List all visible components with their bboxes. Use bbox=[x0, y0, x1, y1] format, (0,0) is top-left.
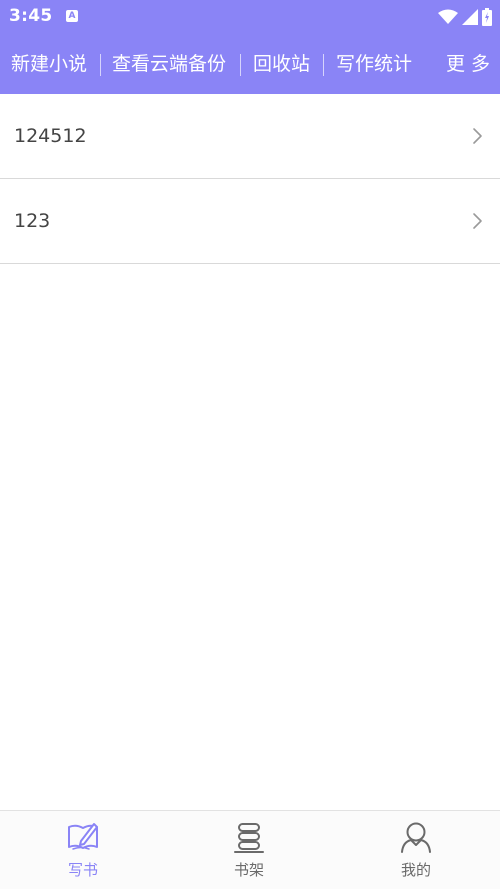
bottom-navigation: 写书 书架 我的 bbox=[0, 810, 500, 889]
profile-icon bbox=[401, 822, 431, 853]
signal-icon bbox=[462, 9, 478, 25]
chevron-right-icon bbox=[473, 213, 482, 229]
recycle-bin-button[interactable]: 回收站 bbox=[253, 34, 310, 94]
cloud-backup-button[interactable]: 查看云端备份 bbox=[112, 34, 226, 94]
more-button[interactable]: 更 多 bbox=[446, 34, 490, 94]
tab-label: 写书 bbox=[67, 861, 98, 879]
wifi-icon bbox=[438, 9, 458, 24]
top-toolbar: 新建小说 查看云端备份 回收站 写作统计 更 多 bbox=[0, 34, 500, 94]
status-bar: 3:45 A bbox=[0, 0, 500, 34]
novel-title: 124512 bbox=[14, 125, 87, 147]
chevron-right-icon bbox=[473, 128, 482, 144]
new-novel-button[interactable]: 新建小说 bbox=[11, 34, 87, 94]
toolbar-divider bbox=[100, 54, 101, 76]
tab-write-book[interactable]: 写书 bbox=[0, 811, 166, 889]
novel-list-item[interactable]: 123 bbox=[0, 179, 500, 264]
tab-label: 书架 bbox=[233, 861, 264, 879]
toolbar-divider bbox=[323, 54, 324, 76]
battery-icon bbox=[482, 8, 492, 26]
tab-label: 我的 bbox=[400, 861, 431, 879]
status-time: 3:45 bbox=[9, 6, 53, 26]
status-indicators bbox=[438, 6, 492, 28]
novel-list-item[interactable]: 124512 bbox=[0, 94, 500, 179]
notification-app-icon: A bbox=[66, 10, 78, 22]
novel-list: 124512 123 bbox=[0, 94, 500, 264]
bookshelf-icon bbox=[234, 823, 264, 853]
tab-profile[interactable]: 我的 bbox=[333, 811, 499, 889]
write-book-icon bbox=[68, 823, 98, 850]
tab-bookshelf[interactable]: 书架 bbox=[166, 811, 332, 889]
writing-stats-button[interactable]: 写作统计 bbox=[336, 34, 412, 94]
novel-title: 123 bbox=[14, 210, 51, 232]
toolbar-divider bbox=[240, 54, 241, 76]
